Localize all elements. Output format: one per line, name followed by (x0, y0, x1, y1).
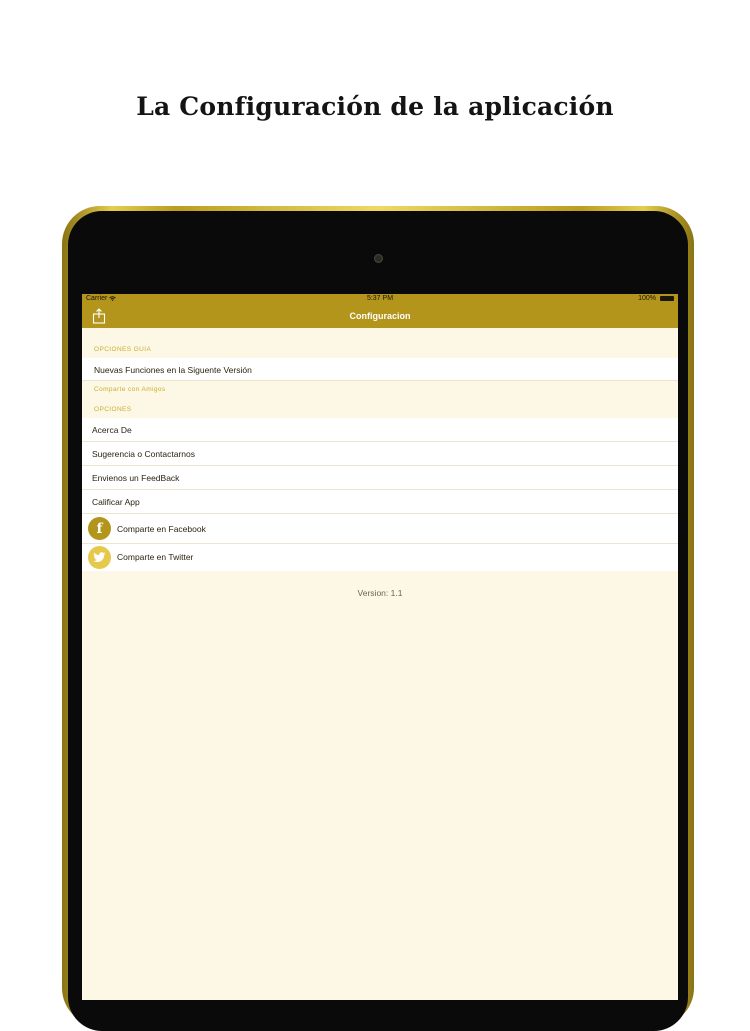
status-time: 5:37 PM (366, 295, 394, 302)
row-label: Comparte en Facebook (117, 524, 206, 534)
row-nuevas-funciones[interactable]: Nuevas Funciones en la Siguente Versión (82, 358, 678, 381)
page-headline: La Configuración de la aplicación (136, 92, 614, 121)
version-text: Version: 1.1 (357, 588, 403, 598)
row-label: Acerca De (92, 425, 132, 435)
section-header-opciones: OPCIONES (94, 406, 132, 413)
row-label: Envienos un FeedBack (92, 473, 180, 483)
row-sugerencia[interactable]: Sugerencia o Contactarnos (82, 442, 678, 466)
twitter-icon (88, 546, 111, 569)
section-header-comparte-amigos: Comparte con Amigos (94, 386, 166, 393)
row-label: Calificar App (92, 497, 140, 507)
top-bar: Carrier 5:37 PM 100% Configuracion (82, 294, 678, 328)
status-battery-text: 100% (638, 295, 656, 302)
row-comparte-facebook[interactable]: f Comparte en Facebook (82, 514, 678, 544)
row-label: Comparte en Twitter (117, 552, 194, 562)
nav-title: Configuracion (349, 311, 411, 321)
section-header-opciones-guia: OPCIONES GUIA (94, 346, 152, 353)
camera-icon (374, 254, 383, 263)
row-acerca-de[interactable]: Acerca De (82, 418, 678, 442)
row-feedback[interactable]: Envienos un FeedBack (82, 466, 678, 490)
app-screen: Carrier 5:37 PM 100% Configuracion OPCIO… (82, 294, 678, 1000)
row-label: Nuevas Funciones en la Siguente Versión (94, 365, 252, 375)
row-calificar-app[interactable]: Calificar App (82, 490, 678, 514)
row-label: Sugerencia o Contactarnos (92, 449, 196, 459)
facebook-icon: f (88, 517, 111, 540)
row-comparte-twitter[interactable]: Comparte en Twitter (82, 544, 678, 571)
battery-icon (660, 296, 674, 301)
